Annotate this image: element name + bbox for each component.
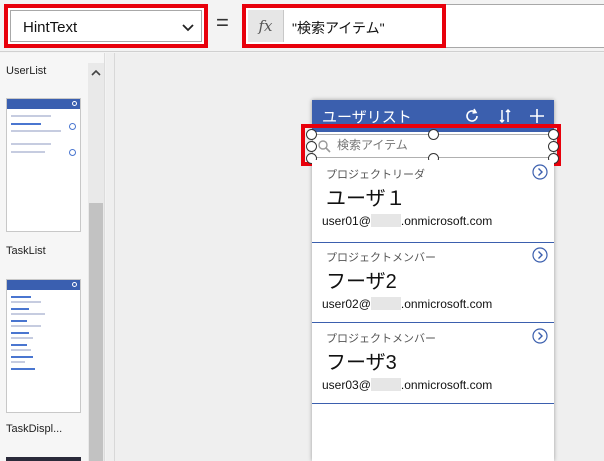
thumbnail-line xyxy=(11,313,45,315)
screen-thumbnail-userlist[interactable] xyxy=(6,98,81,232)
email-prefix: user02@ xyxy=(322,297,371,311)
email-prefix: user01@ xyxy=(322,214,371,228)
thumbnail-header xyxy=(7,99,80,109)
thumbnail-line xyxy=(11,308,29,310)
email-suffix: .onmicrosoft.com xyxy=(400,378,493,392)
list-item-subtitle: プロジェクトメンバー xyxy=(326,252,436,264)
chevron-up-icon[interactable] xyxy=(90,67,102,79)
email-suffix: .onmicrosoft.com xyxy=(400,214,493,228)
list-divider xyxy=(312,403,554,404)
thumbnail-line xyxy=(11,320,27,322)
redacted-domain xyxy=(370,378,401,391)
resize-handle[interactable] xyxy=(306,141,317,152)
resize-handle[interactable] xyxy=(548,141,559,152)
list-item-email: user03@ .onmicrosoft.com xyxy=(322,378,492,392)
property-dropdown[interactable]: HintText xyxy=(4,4,208,48)
property-value: HintText xyxy=(23,19,78,36)
thumbnail-line xyxy=(11,296,31,298)
screen-thumbnail-tasklist[interactable] xyxy=(6,279,81,413)
email-prefix: user03@ xyxy=(322,378,371,392)
thumbnail-line xyxy=(11,130,61,132)
screen-label-userlist[interactable]: UserList xyxy=(6,65,46,77)
thumbnail-line xyxy=(11,143,51,145)
refresh-icon[interactable] xyxy=(464,108,480,124)
resize-handle[interactable] xyxy=(306,129,317,140)
thumbnail-line xyxy=(11,356,33,358)
thumbnail-line xyxy=(11,349,31,351)
add-icon[interactable] xyxy=(529,108,545,124)
chevron-right-icon[interactable] xyxy=(532,247,548,263)
email-suffix: .onmicrosoft.com xyxy=(400,297,493,311)
canvas-divider xyxy=(114,53,115,461)
redacted-domain xyxy=(370,214,401,227)
list-item[interactable]: プロジェクトメンバー フーザ2 user02@ .onmicrosoft.com xyxy=(312,243,554,325)
list-item-name: フーザ2 xyxy=(326,271,397,293)
thumbnail-line xyxy=(11,151,45,153)
list-item-name: ユーザ１ xyxy=(326,188,406,210)
thumbnail-line xyxy=(11,337,33,339)
list-item-subtitle: プロジェクトリーダ xyxy=(326,169,425,181)
list-item-name: フーザ3 xyxy=(326,352,397,374)
redacted-domain xyxy=(370,297,401,310)
list-item-subtitle: プロジェクトメンバー xyxy=(326,333,436,345)
formula-input[interactable]: fx "検索アイテム" xyxy=(242,4,446,48)
thumbnail-header xyxy=(7,280,80,290)
list-divider xyxy=(312,322,554,323)
list-item[interactable]: プロジェクトメンバー フーザ3 user03@ .onmicrosoft.com xyxy=(312,324,554,406)
chevron-right-icon[interactable] xyxy=(532,164,548,180)
thumbnail-chevron-icon xyxy=(69,149,76,156)
list-item-email: user01@ .onmicrosoft.com xyxy=(322,214,492,228)
screens-panel: UserList TaskList TaskDispl... xyxy=(0,53,105,461)
chevron-down-icon[interactable] xyxy=(181,20,195,34)
list-item-email: user02@ .onmicrosoft.com xyxy=(322,297,492,311)
property-dropdown-field[interactable]: HintText xyxy=(10,10,202,42)
equals-sign: = xyxy=(216,10,229,35)
thumbnail-line xyxy=(11,123,41,125)
thumbnail-info-icon xyxy=(72,282,77,287)
resize-handle[interactable] xyxy=(428,129,439,140)
screens-scrollbar[interactable] xyxy=(88,63,104,461)
screen-thumbnail-taskdisplay[interactable] xyxy=(6,457,81,461)
resize-handle[interactable] xyxy=(548,129,559,140)
list-item[interactable]: プロジェクトリーダ ユーザ１ user01@ .onmicrosoft.com xyxy=(312,160,554,242)
sort-icon[interactable] xyxy=(497,108,513,124)
thumbnail-line xyxy=(11,368,35,370)
formula-text[interactable]: "検索アイテム" xyxy=(292,18,385,38)
thumbnail-chevron-icon xyxy=(69,123,76,130)
chevron-right-icon[interactable] xyxy=(532,328,548,344)
thumbnail-line xyxy=(11,332,29,334)
thumbnail-line xyxy=(11,344,27,346)
thumbnail-line xyxy=(11,115,51,117)
thumbnail-line xyxy=(11,361,25,363)
thumbnail-line xyxy=(11,301,41,303)
formula-input-extension[interactable] xyxy=(446,4,604,48)
screen-label-tasklist[interactable]: TaskList xyxy=(6,245,46,257)
thumbnail-info-icon xyxy=(72,101,77,106)
scroll-thumb[interactable] xyxy=(89,203,103,461)
formula-bar: HintText = fx "検索アイテム" xyxy=(0,0,604,52)
screen-label-taskdisplay[interactable]: TaskDispl... xyxy=(6,423,62,435)
fx-icon[interactable]: fx xyxy=(248,10,284,42)
thumbnail-line xyxy=(11,325,41,327)
